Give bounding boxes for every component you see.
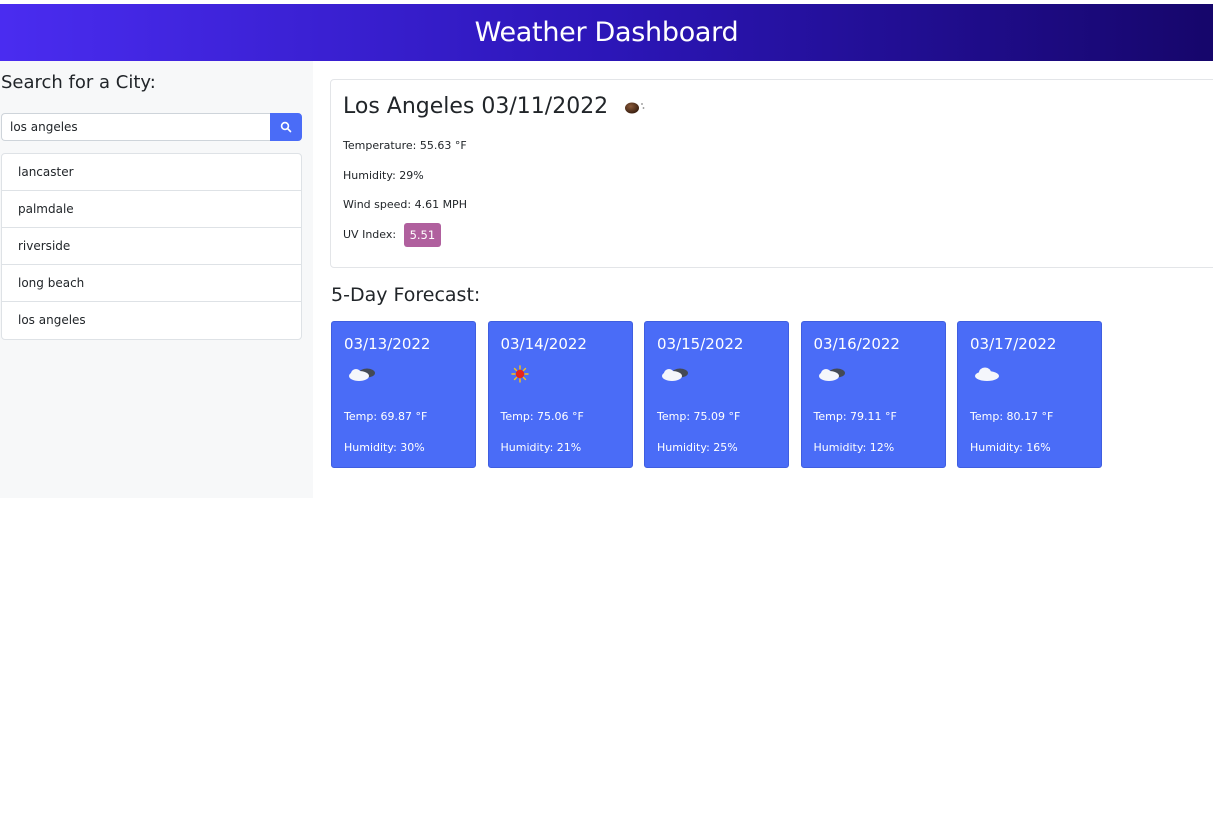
moon-icon [624,100,646,114]
temperature-text: Temperature: 55.63 °F [343,139,467,152]
forecast-date: 03/14/2022 [500,335,587,353]
history-item[interactable]: long beach [2,265,301,302]
forecast-heading: 5-Day Forecast: [331,284,481,306]
forecast-card: 03/14/2022 Temp: 75.06 °F Humidity: 21% [487,321,633,468]
forecast-date: 03/15/2022 [657,335,744,353]
wind-speed-text: Wind speed: 4.61 MPH [343,198,467,211]
partly-cloudy-icon [346,364,380,388]
forecast-date: 03/17/2022 [970,335,1057,353]
partly-cloudy-icon [659,364,693,388]
forecast-card: 03/15/2022 Temp: 75.09 °F Humidity: 25% [644,321,789,468]
forecast-humidity: Humidity: 16% [970,441,1051,454]
forecast-humidity: Humidity: 21% [500,441,582,454]
humidity-text: Humidity: 29% [343,169,424,182]
app-header: Weather Dashboard [0,4,1213,61]
forecast-temp: Temp: 80.17 °F [970,410,1054,423]
history-item[interactable]: lancaster [2,154,301,191]
current-weather-card: Los Angeles 03/11/2022 Temperature: 55.6… [330,79,1213,268]
uv-index-badge: 5.51 [403,223,442,247]
forecast-temp: Temp: 75.09 °F [657,410,741,423]
forecast-humidity: Humidity: 30% [344,441,425,454]
search-heading: Search for a City: [1,72,156,93]
forecast-humidity: Humidity: 12% [813,441,895,454]
history-item[interactable]: riverside [2,228,301,265]
forecast-humidity: Humidity: 25% [657,441,738,454]
uv-index-row: UV Index: 5.51 [343,223,442,247]
forecast-temp: Temp: 69.87 °F [344,410,428,423]
search-history-list: lancaster palmdale riverside long beach … [1,153,302,340]
forecast-card: 03/17/2022 Temp: 80.17 °F Humidity: 16% [957,321,1102,468]
search-icon [280,121,292,133]
page-title: Weather Dashboard [474,17,739,48]
forecast-card: 03/13/2022 Temp: 69.87 °F Humidity: 30% [331,321,476,468]
forecast-date: 03/13/2022 [344,335,431,353]
uv-index-label: UV Index: [343,228,397,241]
forecast-temp: Temp: 79.11 °F [813,410,897,423]
history-item[interactable]: palmdale [2,191,301,228]
forecast-date: 03/16/2022 [813,335,900,353]
sun-icon [503,364,537,388]
forecast-temp: Temp: 75.06 °F [500,410,584,423]
search-input[interactable] [1,113,270,141]
partly-cloudy-icon [816,364,850,388]
city-date-label: Los Angeles 03/11/2022 [343,94,609,119]
forecast-card: 03/16/2022 Temp: 79.11 °F Humidity: 12% [800,321,946,468]
search-button[interactable] [270,113,302,141]
cloud-icon [972,364,1006,388]
current-weather-title: Los Angeles 03/11/2022 [343,94,646,119]
history-item[interactable]: los angeles [2,302,301,339]
forecast-row: 03/13/2022 Temp: 69.87 °F Humidity: 30% … [331,321,1114,468]
